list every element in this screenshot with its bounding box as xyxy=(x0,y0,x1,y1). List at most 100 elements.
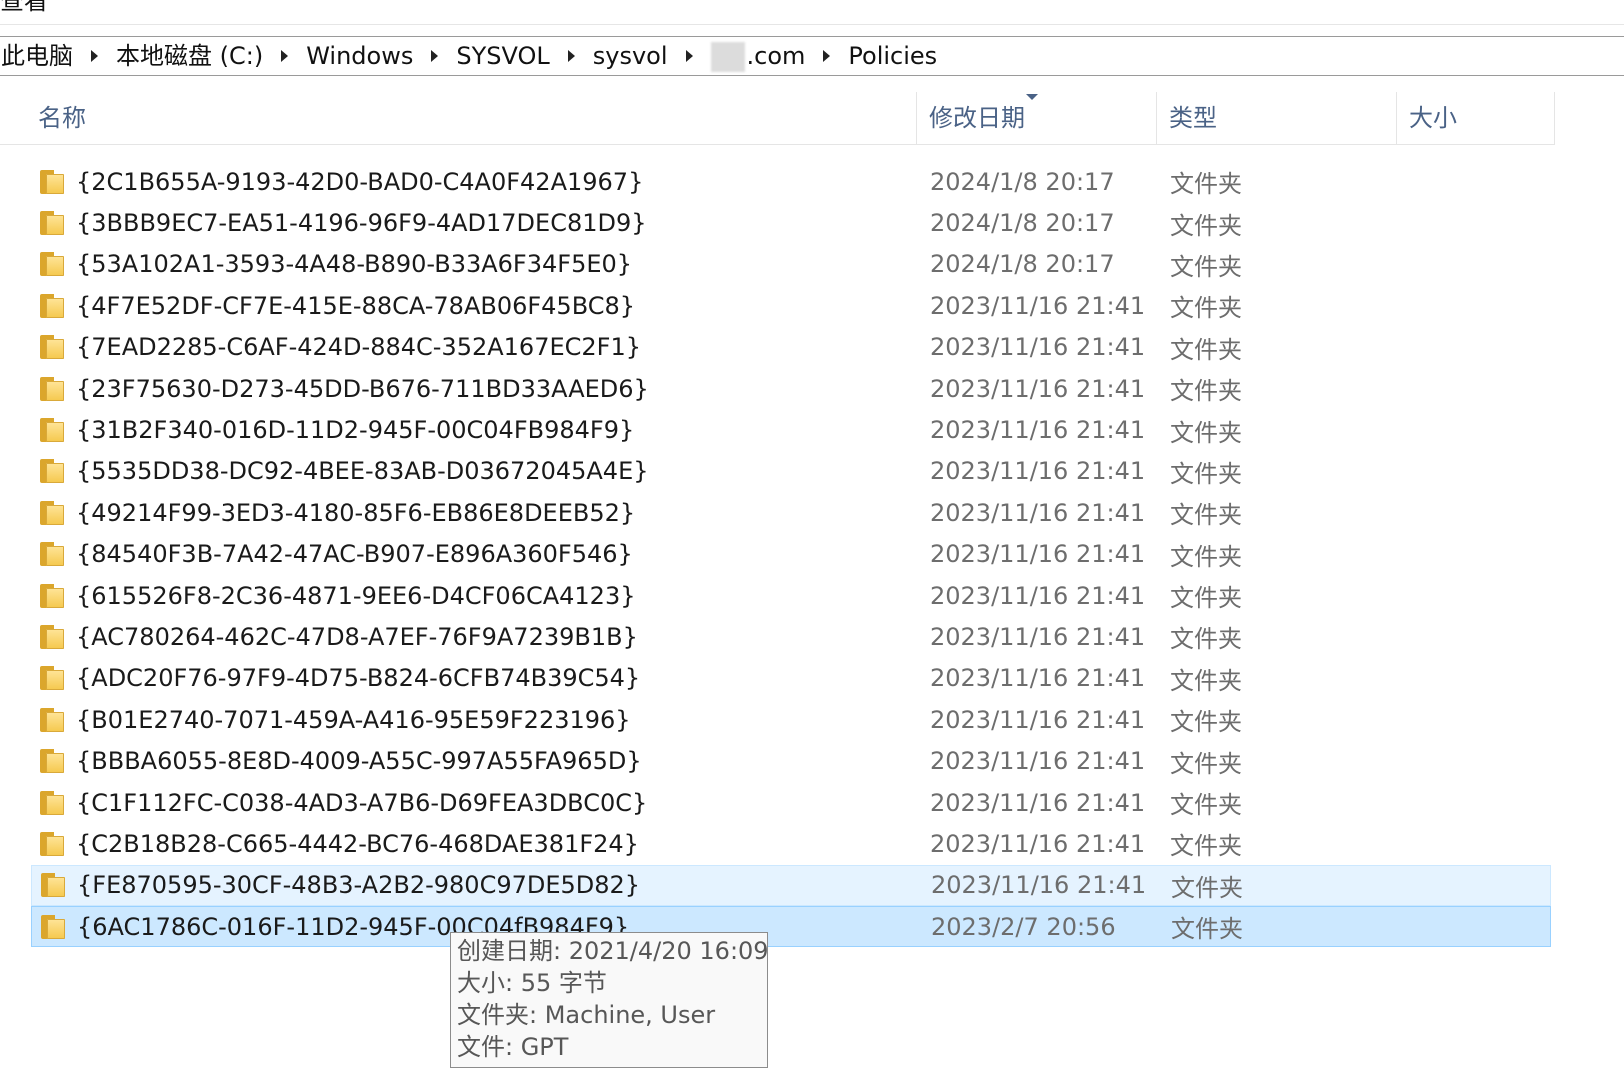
row-modified: 2023/11/16 21:41 xyxy=(930,416,1146,445)
row-modified: 2023/2/7 20:56 xyxy=(931,912,1116,941)
table-row[interactable]: {49214F99-3ED3-4180-85F6-EB86E8DEEB52} 20… xyxy=(0,492,1555,533)
file-info-tooltip: 创建日期: 2021/4/20 16:09 大小: 55 字节 文件夹: Mac… xyxy=(450,932,769,1068)
row-name: {31B2F340-016D-11D2-945F-00C04FB984F9} xyxy=(76,416,635,445)
breadcrumb-local-disk[interactable]: 本地磁盘 (C:) xyxy=(112,37,267,75)
row-modified: 2023/11/16 21:41 xyxy=(930,374,1146,403)
row-type: 文件夹 xyxy=(1170,791,1242,820)
table-row[interactable]: {4F7E52DF-CF7E-415E-88CA-78AB06F45BC8} 20… xyxy=(0,285,1555,326)
table-row[interactable]: {5535DD38-DC92-4BEE-83AB-D03672045A4E} 20… xyxy=(0,451,1555,492)
row-name-cell[interactable]: {53A102A1-3593-4A48-B890-B33A6F34F5E0} xyxy=(40,250,632,278)
table-row[interactable]: {2C1B655A-9193-42D0-BAD0-C4A0F42A1967} 20… xyxy=(0,161,1555,202)
row-name: {23F75630-D273-45DD-B676-711BD33AAED6} xyxy=(76,374,649,403)
breadcrumb-sysvol-upper[interactable]: SYSVOL xyxy=(452,37,553,75)
row-modified: 2023/11/16 21:41 xyxy=(930,622,1146,651)
row-name-cell[interactable]: {ADC20F76-97F9-4D75-B824-6CFB74B39C54} xyxy=(40,664,640,692)
breadcrumb-domain[interactable]: .com xyxy=(707,37,810,75)
row-modified: 2023/11/16 21:41 xyxy=(930,540,1146,569)
column-header-type[interactable]: 类型 xyxy=(1157,92,1397,144)
row-type: 文件夹 xyxy=(1170,294,1242,323)
file-list: {2C1B655A-9193-42D0-BAD0-C4A0F42A1967} 20… xyxy=(0,161,1555,948)
row-name-cell[interactable]: {23F75630-D273-45DD-B676-711BD33AAED6} xyxy=(40,375,649,403)
row-name-cell[interactable]: {615526F8-2C36-4871-9EE6-D4CF06CA4123} xyxy=(40,582,636,610)
row-modified: 2023/11/16 21:41 xyxy=(930,747,1146,776)
breadcrumb-windows[interactable]: Windows xyxy=(302,37,417,75)
row-name-cell[interactable]: {C2B18B28-C665-4442-BC76-468DAE381F24} xyxy=(40,830,639,858)
breadcrumb-chevron-icon[interactable] xyxy=(431,50,439,62)
row-name-cell[interactable]: {3BBB9EC7-EA51-4196-96F9-4AD17DEC81D9} xyxy=(40,209,647,237)
row-modified: 2023/11/16 21:41 xyxy=(930,333,1146,362)
row-name: {ADC20F76-97F9-4D75-B824-6CFB74B39C54} xyxy=(76,664,641,693)
breadcrumb-sysvol-lower[interactable]: sysvol xyxy=(589,37,672,75)
row-name-cell[interactable]: {B01E2740-7071-459A-A416-95E59F223196} xyxy=(40,706,631,734)
table-row[interactable]: {7EAD2285-C6AF-424D-884C-352A167EC2F1} 20… xyxy=(0,327,1555,368)
address-bar[interactable]: 此电脑 本地磁盘 (C:) Windows SYSVOL sysvol .com… xyxy=(0,36,1624,76)
row-name-cell[interactable]: {84540F3B-7A42-47AC-B907-E896A360F546} xyxy=(40,540,633,568)
redacted-domain-mask xyxy=(710,42,745,72)
row-name-cell[interactable]: {7EAD2285-C6AF-424D-884C-352A167EC2F1} xyxy=(40,333,641,361)
row-modified: 2023/11/16 21:41 xyxy=(930,498,1146,527)
table-row[interactable]: {ADC20F76-97F9-4D75-B824-6CFB74B39C54} 20… xyxy=(0,658,1555,699)
view-menu-fragment[interactable]: 查看 xyxy=(0,0,48,16)
row-type: 文件夹 xyxy=(1171,915,1243,944)
column-header-name[interactable]: 名称 xyxy=(26,92,917,144)
row-modified: 2023/11/16 21:41 xyxy=(930,788,1146,817)
table-row[interactable]: {3BBB9EC7-EA51-4196-96F9-4AD17DEC81D9} 20… xyxy=(0,202,1555,243)
row-name-cell[interactable]: {31B2F340-016D-11D2-945F-00C04FB984F9} xyxy=(40,416,634,444)
table-row[interactable]: {23F75630-D273-45DD-B676-711BD33AAED6} 20… xyxy=(0,368,1555,409)
folder-icon xyxy=(41,873,67,898)
row-modified: 2023/11/16 21:41 xyxy=(930,291,1146,320)
table-row[interactable]: {C1F112FC-C038-4AD3-A7B6-D69FEA3DBC0C} 20… xyxy=(0,782,1555,823)
table-row[interactable]: {FE870595-30CF-48B3-A2B2-980C97DE5D82} 20… xyxy=(31,864,1551,907)
row-name-cell[interactable]: {2C1B655A-9193-42D0-BAD0-C4A0F42A1967} xyxy=(40,168,643,196)
row-name-cell[interactable]: {49214F99-3ED3-4180-85F6-EB86E8DEEB52} xyxy=(40,499,635,527)
breadcrumb-chevron-icon[interactable] xyxy=(685,50,693,62)
row-name-cell[interactable]: {AC780264-462C-47D8-A7EF-76F9A7239B1B} xyxy=(40,623,638,651)
row-name-cell[interactable]: {FE870595-30CF-48B3-A2B2-980C97DE5D82} xyxy=(41,871,640,899)
table-row[interactable]: {31B2F340-016D-11D2-945F-00C04FB984F9} 20… xyxy=(0,409,1555,450)
table-row[interactable]: {BBBA6055-8E8D-4009-A55C-997A55FA965D} 20… xyxy=(0,740,1555,781)
row-name: {2C1B655A-9193-42D0-BAD0-C4A0F42A1967} xyxy=(76,167,644,196)
row-name-cell[interactable]: {4F7E52DF-CF7E-415E-88CA-78AB06F45BC8} xyxy=(40,292,635,320)
breadcrumb-chevron-icon[interactable] xyxy=(823,50,831,62)
folder-icon xyxy=(40,790,66,815)
folder-icon xyxy=(40,293,66,318)
breadcrumb-domain-label: .com xyxy=(746,42,806,70)
row-name: {49214F99-3ED3-4180-85F6-EB86E8DEEB52} xyxy=(76,498,636,527)
table-row[interactable]: {6AC1786C-016F-11D2-945F-00C04fB984F9} 20… xyxy=(31,906,1551,948)
breadcrumb-chevron-icon[interactable] xyxy=(281,50,289,62)
table-row[interactable]: {84540F3B-7A42-47AC-B907-E896A360F546} 20… xyxy=(0,534,1555,575)
table-row[interactable]: {AC780264-462C-47D8-A7EF-76F9A7239B1B} 20… xyxy=(0,616,1555,657)
row-modified: 2024/1/8 20:17 xyxy=(930,209,1115,238)
sort-descending-icon xyxy=(1026,94,1038,100)
row-modified: 2023/11/16 21:41 xyxy=(930,829,1146,858)
folder-icon xyxy=(40,542,66,567)
folder-icon xyxy=(40,252,66,277)
breadcrumb-policies[interactable]: Policies xyxy=(844,37,941,75)
folder-icon xyxy=(40,583,66,608)
folder-icon xyxy=(40,500,66,525)
row-name: {BBBA6055-8E8D-4009-A55C-997A55FA965D} xyxy=(76,747,642,776)
row-name-cell[interactable]: {C1F112FC-C038-4AD3-A7B6-D69FEA3DBC0C} xyxy=(40,789,647,817)
column-header-size[interactable]: 大小 xyxy=(1397,92,1555,144)
row-modified: 2023/11/16 21:41 xyxy=(930,705,1146,734)
row-type: 文件夹 xyxy=(1170,211,1242,240)
row-type: 文件夹 xyxy=(1170,584,1242,613)
table-row[interactable]: {53A102A1-3593-4A48-B890-B33A6F34F5E0} 20… xyxy=(0,244,1555,285)
breadcrumb-chevron-icon[interactable] xyxy=(567,50,575,62)
tooltip-created: 创建日期: 2021/4/20 16:09 xyxy=(457,937,769,965)
table-row[interactable]: {615526F8-2C36-4871-9EE6-D4CF06CA4123} 20… xyxy=(0,575,1555,616)
ribbon-divider xyxy=(0,24,1624,25)
table-row[interactable]: {C2B18B28-C665-4442-BC76-468DAE381F24} 20… xyxy=(0,823,1555,864)
breadcrumb-chevron-icon[interactable] xyxy=(91,50,98,62)
row-name: {7EAD2285-C6AF-424D-884C-352A167EC2F1} xyxy=(76,333,641,362)
folder-icon xyxy=(40,418,66,443)
row-name-cell[interactable]: {BBBA6055-8E8D-4009-A55C-997A55FA965D} xyxy=(40,747,642,775)
folder-icon xyxy=(40,335,66,360)
row-type: 文件夹 xyxy=(1170,501,1242,530)
row-name-cell[interactable]: {5535DD38-DC92-4BEE-83AB-D03672045A4E} xyxy=(40,457,649,485)
table-row[interactable]: {B01E2740-7071-459A-A416-95E59F223196} 20… xyxy=(0,699,1555,740)
breadcrumb-this-pc[interactable]: 此电脑 xyxy=(0,37,77,75)
folder-icon xyxy=(40,707,66,732)
row-type: 文件夹 xyxy=(1170,459,1242,488)
row-type: 文件夹 xyxy=(1170,170,1242,199)
